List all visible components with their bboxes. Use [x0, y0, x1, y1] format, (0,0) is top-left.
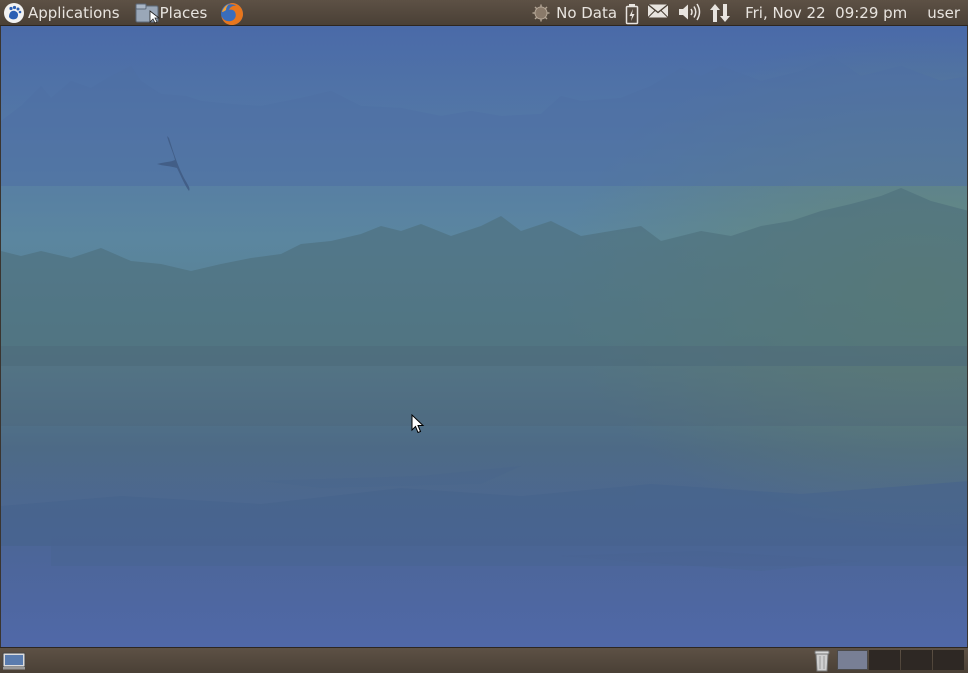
top-panel: Applications Places No Data Fri, Nov 22 … — [0, 0, 968, 26]
firefox-launcher[interactable] — [217, 0, 251, 26]
firefox-icon — [220, 2, 244, 25]
shore-band — [1, 346, 967, 426]
mouse-pointer-icon — [411, 414, 425, 434]
weather-icon — [532, 4, 550, 22]
bottom-panel — [0, 647, 968, 673]
battery-icon — [625, 3, 639, 24]
mail-applet[interactable] — [647, 0, 669, 26]
user-label: user — [927, 3, 960, 22]
show-desktop-icon[interactable] — [2, 651, 26, 671]
water-reflections — [1, 466, 967, 571]
battery-applet[interactable] — [625, 0, 639, 26]
network-applet[interactable] — [709, 0, 731, 26]
mid-treeline — [1, 188, 967, 366]
user-menu[interactable]: user — [927, 0, 960, 26]
workspace-2[interactable] — [869, 650, 900, 670]
envelope-icon — [647, 3, 669, 23]
far-treeline — [1, 56, 967, 186]
workspace-4[interactable] — [933, 650, 964, 670]
volume-icon — [677, 3, 701, 23]
gnome-foot-icon — [3, 2, 25, 24]
places-label: Places — [159, 3, 208, 22]
workspace-3[interactable] — [901, 650, 932, 670]
screen: Applications Places No Data Fri, Nov 22 … — [0, 0, 968, 673]
desktop[interactable] — [0, 26, 968, 647]
weather-label: No Data — [556, 3, 618, 22]
volume-applet[interactable] — [677, 0, 701, 26]
weather-applet[interactable]: No Data — [532, 0, 617, 26]
trash-icon[interactable] — [813, 650, 831, 672]
wallpaper-scenery — [1, 56, 967, 571]
applications-menu[interactable]: Applications — [0, 0, 126, 26]
network-arrows-icon — [709, 3, 731, 23]
folder-icon — [135, 2, 160, 24]
clock-label: Fri, Nov 22 09:29 pm — [745, 3, 908, 22]
applications-label: Applications — [28, 3, 120, 22]
workspace-1[interactable] — [837, 650, 868, 670]
clock[interactable]: Fri, Nov 22 09:29 pm — [745, 0, 907, 26]
places-menu[interactable]: Places — [132, 0, 214, 26]
